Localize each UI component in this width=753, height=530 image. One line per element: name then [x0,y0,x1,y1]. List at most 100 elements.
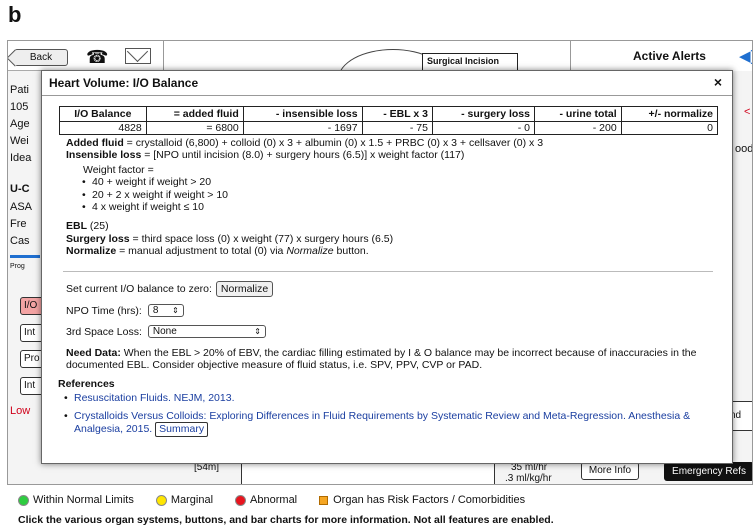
yellow-dot-icon [155,494,167,506]
green-dot-icon [18,494,29,506]
table-header-row: I/O Balance = added fluid - insensible l… [59,106,719,122]
dialog-title: Heart Volume: I/O Balance [49,76,199,90]
speaker-icon[interactable]: ◀) [739,47,752,65]
progress-label: Prog [10,263,25,270]
close-icon[interactable]: × [714,74,722,90]
third-space-value: None [152,326,177,337]
npo-select[interactable]: 8 ⇕ [147,304,184,317]
alerts-panel: Active Alerts ◀) [570,41,752,71]
legend-label: Within Normal Limits [33,494,134,506]
header-insensible-loss: - insensible loss [242,106,363,122]
normalize-text-end: button. [333,245,369,258]
reference-item-2: Crystalloids Versus Colloids: Exploring … [64,410,714,437]
more-info-button[interactable]: More Info [581,462,639,480]
title-divider [42,95,732,96]
added-fluid-label: Added fluid [66,137,124,149]
cell-insensible-loss: - 1697 [242,121,363,135]
instruction-footnote: Click the various organ systems, buttons… [18,514,554,526]
patient-label: Pati [10,84,29,96]
legend-normal: Within Normal Limits [18,494,134,506]
insensible-loss-text: = [NPO until incision (8.0) + surgery ho… [141,149,465,162]
back-label: Back [29,52,53,63]
weight-label: Wei [10,135,29,147]
header-surgery-loss: - surgery loss [431,106,535,122]
cell-normalize: 0 [620,121,719,135]
insensible-loss-label: Insensible loss [66,149,142,162]
need-data-label: Need Data: [66,347,121,359]
normalize-label: Normalize [66,245,117,258]
legend-label: Abnormal [250,494,298,506]
age-label: Age [10,118,30,130]
header-normalize: +/- normalize [620,106,719,122]
added-fluid-text: = crystalloid (6,800) + colloid (0) x 3 … [123,137,544,149]
alert-marker: < [744,106,751,118]
list-item: 20 + 2 x weight if weight > 10 [92,189,716,201]
legend-label: Marginal [170,494,214,506]
patient-id: 105 [10,101,29,113]
section-divider [63,271,713,272]
cell-io-balance: 4828 [59,121,147,135]
third-space-row: 3rd Space Loss: None ⇕ [66,325,266,338]
cell-urine-total: - 200 [533,121,622,135]
case-label: Cas [10,235,30,247]
legend-label: Organ has Risk Factors / Comorbidities [333,494,526,506]
divider [163,41,164,71]
npo-label: NPO Time (hrs): [66,304,142,317]
references-heading: References [58,378,115,390]
stepper-icon: ⇕ [254,327,261,336]
cell-ebl: - 75 [361,121,433,135]
phone-icon[interactable]: ☎ [86,47,108,68]
progress-bar [10,255,40,258]
set-zero-row: Set current I/O balance to zero: Normali… [66,281,274,297]
mail-icon[interactable] [125,48,151,64]
red-dot-icon [235,494,247,506]
cell-added-fluid: = 6800 [145,121,244,135]
urine-rate-per-kg: .3 ml/kg/hr [505,473,552,484]
cell-surgery-loss: - 0 [431,121,535,135]
legend-risk-factors: Organ has Risk Factors / Comorbidities [319,494,525,506]
alert-text-fragment: ood [735,143,753,155]
need-data-note: Need Data: When the EBL > 20% of EBV, th… [66,347,714,372]
third-space-select[interactable]: None ⇕ [147,325,266,338]
surgery-loss-label: Surgery loss [66,232,130,245]
stepper-icon: ⇕ [172,306,179,315]
surgery-loss-line: Surgery loss = third space loss (0) x we… [66,233,716,245]
insensible-loss-line: Insensible loss = [NPO until incision (8… [66,149,716,161]
reference-link-1[interactable]: Resuscitation Fluids. NEJM, 2013. [64,392,714,405]
summary-button[interactable]: Summary [155,422,209,437]
alerts-title: Active Alerts [633,49,706,63]
npo-value: 8 [152,305,159,316]
ebl-text: (25) [87,220,109,233]
section-heading: U-C [10,183,30,195]
normalize-emphasis: Normalize [286,245,334,258]
list-item: 4 x weight if weight ≤ 10 [92,201,716,213]
table-row: 4828 = 6800 - 1697 - 75 - 0 - 200 0 [59,121,719,135]
orange-square-icon [319,495,329,505]
io-balance-table: I/O Balance = added fluid - insensible l… [59,106,719,135]
references-list: Resuscitation Fluids. NEJM, 2013. Crysta… [64,392,714,442]
header-io-balance: I/O Balance [59,106,147,122]
surgery-loss-text: = third space loss (0) x weight (77) x s… [129,232,394,245]
freq-label: Fre [10,218,27,230]
ideal-weight-label: Idea [10,152,32,164]
set-zero-label: Set current I/O balance to zero: [66,283,212,295]
legend-abnormal: Abnormal [235,494,297,506]
back-button[interactable]: Back [14,49,68,66]
added-fluid-line: Added fluid = crystalloid (6,800) + coll… [66,137,716,149]
emergency-refs-button[interactable]: Emergency Refs [664,462,752,481]
list-item: 40 + weight if weight > 20 [92,176,716,188]
top-toolbar: Back ☎ Surgical Incision Active Alerts ◀… [8,41,752,109]
header-added-fluid: = added fluid [145,106,244,122]
third-space-label: 3rd Space Loss: [66,325,142,338]
legend-marginal: Marginal [155,494,214,506]
npo-row: NPO Time (hrs): 8 ⇕ [66,304,184,317]
io-balance-dialog: Heart Volume: I/O Balance × I/O Balance … [41,70,733,464]
weight-factor-title: Weight factor = [83,163,154,176]
figure-label: b [8,2,22,27]
normalize-button[interactable]: Normalize [215,281,274,297]
normalize-line: Normalize = manual adjustment to total (… [66,245,716,257]
status-legend: Within Normal Limits Marginal Abnormal O… [18,494,547,506]
header-urine-total: - urine total [533,106,622,122]
ebl-line: EBL (25) [66,220,716,232]
header-ebl: - EBL x 3 [361,106,433,122]
